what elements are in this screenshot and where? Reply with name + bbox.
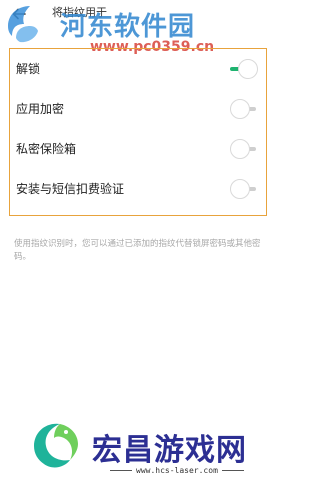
watermark-dragon-logo-icon — [34, 423, 78, 468]
fingerprint-description: 使用指纹识别时，您可以通过已添加的指纹代替锁屏密码或其他密码。 — [14, 239, 261, 262]
unlock-toggle[interactable] — [230, 59, 258, 79]
option-label: 解锁 — [16, 62, 41, 76]
option-row-app-lock[interactable]: 应用加密 — [10, 89, 266, 129]
watermark-game-site-url: www.hcs-laser.com — [106, 466, 248, 475]
option-row-unlock[interactable]: 解锁 — [10, 49, 266, 89]
watermark-logo-icon — [8, 6, 38, 43]
app-lock-toggle[interactable] — [230, 99, 256, 119]
fingerprint-options-list: 解锁 应用加密 私密保险箱 安装与短信扣费验证 — [9, 48, 267, 216]
install-sms-verify-toggle[interactable] — [230, 179, 256, 199]
option-label: 私密保险箱 — [16, 142, 77, 156]
option-label: 应用加密 — [16, 102, 65, 116]
watermark-game-site-name: 宏昌游戏网 — [92, 433, 247, 468]
option-label: 安装与短信扣费验证 — [16, 182, 125, 196]
option-row-private-safe[interactable]: 私密保险箱 — [10, 129, 266, 169]
private-safe-toggle[interactable] — [230, 139, 256, 159]
watermark-site-name: 河东软件园 — [60, 12, 196, 42]
option-row-install-sms-verify[interactable]: 安装与短信扣费验证 — [10, 169, 266, 209]
